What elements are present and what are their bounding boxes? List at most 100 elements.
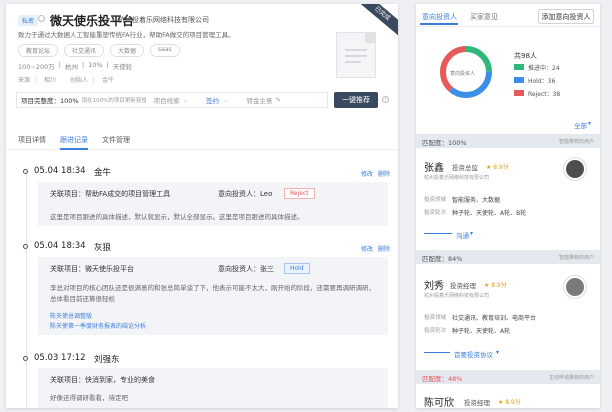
record-author: 金牛 (94, 168, 112, 178)
score-value: 8.9分 (493, 164, 509, 171)
investor-company: 杭州投着乐网络科技有限公司 (424, 175, 490, 181)
attachment-link[interactable]: 陈天使总调整版 (50, 311, 92, 320)
completeness-label: 项目完整度：100% (21, 97, 79, 105)
tab-active-indicator (420, 23, 458, 25)
investor-score: ★ 8.9分 (498, 399, 521, 406)
edit-icon[interactable]: ✎ (276, 96, 281, 104)
project-description: 致力于通过大数据人工智能重塑传统FA行业，帮助FA做交的项目管理工具。 (18, 31, 235, 39)
record-investor: 意向投资人：张三 (218, 265, 274, 273)
status-badge: Hold (284, 263, 310, 274)
match-bar: 匹配度：100% 智能推荐的用户 (416, 134, 600, 148)
record-card: 关联项目：帮助FA成交的项目管理工具 意向投资人：Leo Reject 这里是项… (38, 182, 388, 226)
record-author: 灰狼 (94, 243, 112, 253)
match-hint: 智能推荐的用户 (558, 255, 594, 261)
record-project: 关联项目：微天使乐投平台 (50, 265, 134, 273)
legend-swatch (514, 90, 524, 96)
avatar[interactable] (564, 276, 586, 298)
edit-link[interactable]: 修改 (361, 244, 373, 253)
add-investor-button[interactable]: 添加意向投资人 (538, 9, 594, 24)
donut-label: 意向投资人 (450, 71, 476, 77)
edit-link[interactable]: 修改 (361, 169, 373, 178)
score-value: 8.9分 (491, 282, 507, 289)
lock-icon (38, 15, 45, 22)
tag-chip: saas (150, 44, 180, 57)
investor-name: 张鑫 (424, 163, 444, 174)
meta-city: 杭州 (64, 63, 78, 71)
investor-role: 投资经理 (464, 399, 490, 407)
investor-panel: 意向投资人 买家意见 添加意向投资人 意向投资人 共98人 推进中：24 Hol… (416, 4, 600, 408)
meta-share: 10% (88, 61, 103, 69)
tab-project-detail[interactable]: 项目详情 (18, 135, 46, 145)
action-line (424, 352, 450, 353)
investor-name: 陈可欣 (424, 398, 454, 408)
tab-buyer-opinion[interactable]: 买家意见 (470, 12, 498, 22)
timeline-dot (23, 244, 28, 249)
record-date: 05.04 18:34 (34, 166, 86, 176)
field-label: 投资领域 (424, 197, 447, 203)
investor-name: 刘秀 (424, 281, 444, 292)
delete-link[interactable]: 删除 (378, 244, 390, 253)
chevron-down-icon[interactable]: ▾ (496, 349, 499, 356)
timeline-dot (23, 169, 28, 174)
tab-active-indicator (60, 148, 88, 150)
action-link[interactable]: 沟通 (456, 230, 469, 240)
tab-file-manage[interactable]: 文件管理 (102, 135, 130, 145)
investor-company: 杭州投着乐网络科技有限公司 (424, 293, 490, 299)
stage-value: 种子轮、天使轮、A轮、B轮 (452, 210, 527, 217)
action-line (424, 233, 452, 234)
meta-round: 天使轮 (112, 63, 133, 71)
creator-label: 创始人 (70, 77, 89, 84)
completeness-hint: 现在100%的项目更新获投资人关注 (81, 98, 146, 104)
investor-score: ★ 8.9分 (484, 282, 507, 289)
document-icon[interactable] (336, 32, 376, 78)
chevron-down-icon[interactable]: ▾ (470, 230, 473, 237)
legend-swatch (514, 77, 524, 83)
attachment-link[interactable]: 陈天使第一季度财务报表的结论分析 (50, 321, 146, 330)
corner-label: 已完成 (373, 5, 392, 23)
match-score: 匹配度：48% (422, 375, 463, 383)
pitch-button[interactable]: 一键推荐 (334, 92, 378, 108)
match-bar: 匹配度：48% 主动申请推荐的用户 (416, 370, 600, 384)
avatar[interactable] (564, 158, 586, 180)
stage-label: 投资轮次 (424, 210, 447, 216)
stage-label: 投资轮次 (424, 328, 447, 334)
project-panel: 已完成 私密 微天使乐投平台 杭州投着乐网络科技有限公司 致力于通过大数据人工智… (6, 4, 398, 408)
status-badge: Reject (284, 188, 315, 199)
source-row: 来源： 相川 创始人： 金牛 (18, 77, 115, 84)
completeness-row: 项目完整度：100% 现在100%的项目更新获投资人关注 项目线索 ⌄ 签约 ⌄… (16, 92, 328, 108)
tab-intent-investor[interactable]: 意向投资人 (422, 12, 457, 22)
delete-link[interactable]: 删除 (378, 169, 390, 178)
legend-label: Hold：36 (528, 78, 556, 85)
record-card: 关联项目：微天使乐投平台 意向投资人：张三 Hold 李总对项目的核心团队还是很… (38, 257, 388, 335)
record-body: 这里是项目跟进的具体描述，默认就显示，默认全部显示。这里是项目跟进的具体描述。 (50, 213, 304, 221)
manager-label: 转金主意 (246, 97, 273, 105)
record-card: 关联项目：快消到家，专业的美食 好像还得调研看看，待定吧 (38, 368, 388, 408)
investor-role: 投资经理 (450, 282, 476, 290)
legend-label: 推进中：24 (528, 65, 560, 72)
record-body: 李总对项目的核心团队还是很满意的和张总简单谈了下，他表示可能不太大，刚开始的阶段… (50, 284, 375, 303)
stage-value: 种子轮、天使轮、A轮 (452, 328, 511, 335)
tag-chip: 教育论坛 (18, 44, 59, 57)
help-icon[interactable]: ? (382, 96, 389, 103)
record-investor: 意向投资人：Leo (218, 190, 273, 198)
action-link[interactable]: 首要投资协议 (454, 349, 493, 359)
match-score: 匹配度：84% (422, 255, 463, 263)
field-value: 社交通讯、教育培训、电商平台 (452, 315, 537, 322)
all-link[interactable]: 全部 (574, 120, 587, 130)
chevron-down-icon[interactable]: ▾ (588, 120, 591, 127)
chevron-down-icon[interactable]: ⌄ (223, 96, 228, 104)
record-author: 刘强东 (94, 355, 120, 365)
meta-row: 100~200万 | 杭州 | 10% | 天使轮 (18, 61, 133, 71)
tag-chip: 大数据 (110, 44, 145, 57)
investor-score: ★ 8.9分 (486, 164, 509, 171)
match-score: 匹配度：100% (422, 139, 467, 147)
creator-value: 金牛 (102, 77, 115, 84)
tag-chip: 社交通讯 (64, 44, 105, 57)
score-value: 8.9分 (505, 399, 521, 406)
company-name: 杭州投着乐网络科技有限公司 (118, 16, 209, 24)
record-project: 关联项目：快消到家，专业的美食 (50, 376, 155, 384)
signed-select[interactable]: 签约 (206, 95, 219, 105)
private-tag: 私密 (18, 15, 39, 26)
chevron-down-icon[interactable]: ⌄ (183, 96, 188, 104)
tab-follow-record[interactable]: 跟进记录 (60, 135, 88, 145)
